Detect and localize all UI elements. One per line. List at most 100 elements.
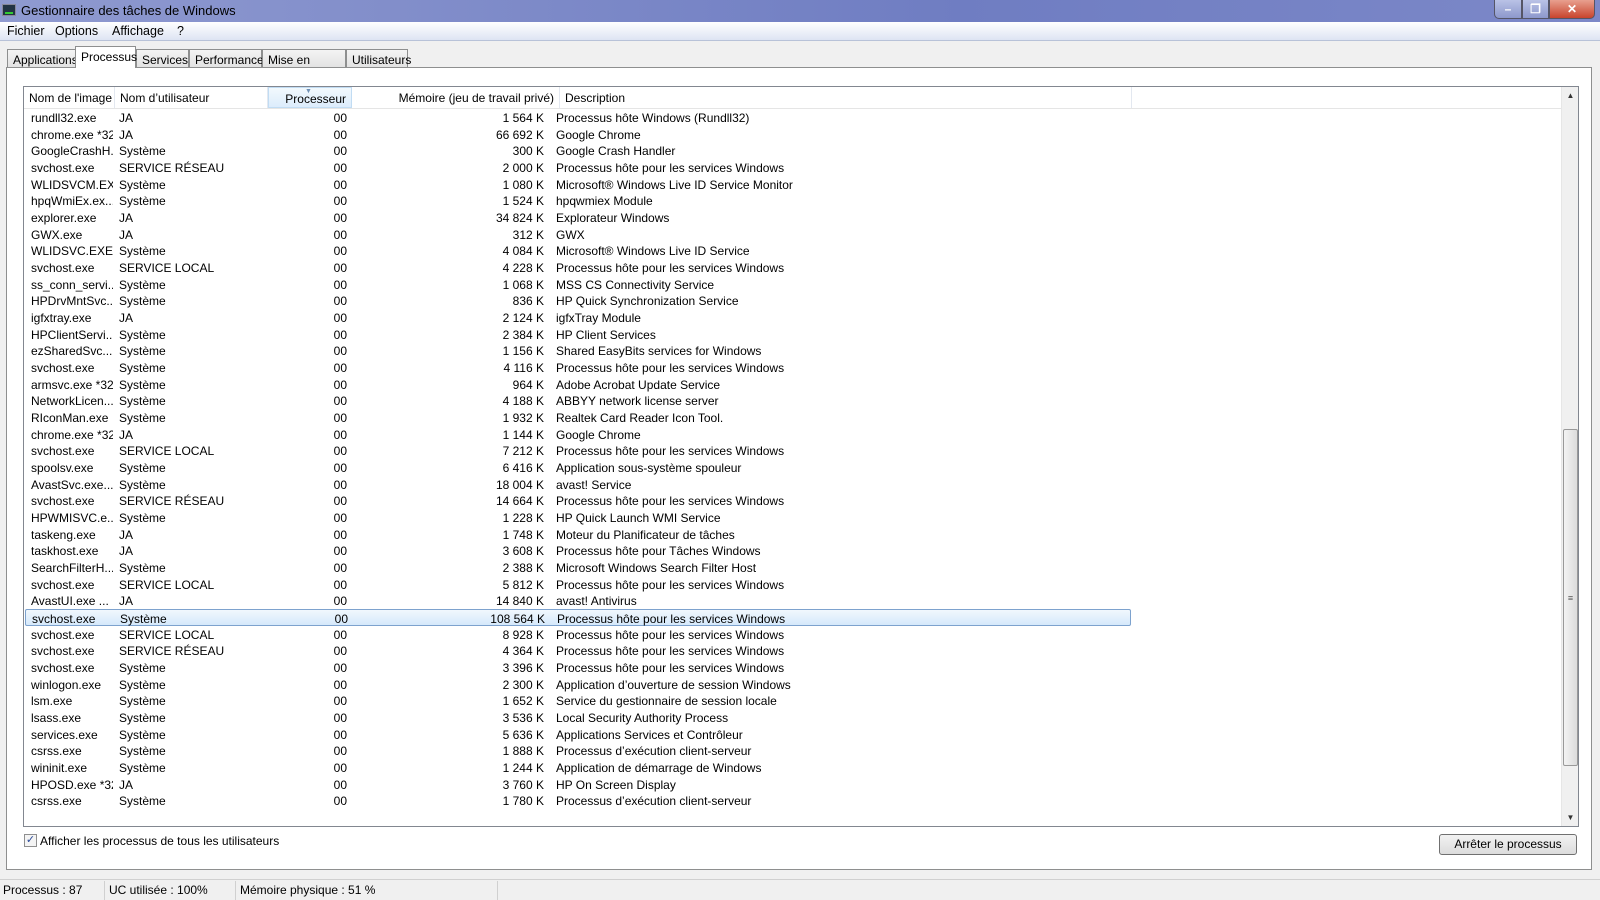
cell-description: Application d’ouverture de session Windo… — [556, 677, 791, 692]
tab-mise-en-reseau[interactable]: Mise en réseau — [262, 49, 346, 81]
menu-help[interactable]: ? — [177, 24, 184, 38]
table-row[interactable]: svchost.exe Système 00 108 564 K Processus h… — [25, 609, 1131, 627]
cell-image: explorer.exe — [31, 211, 97, 226]
cell-description: avast! Antivirus — [556, 594, 637, 609]
table-row[interactable]: svchost.exe SERVICE LOCAL 00 8 928 K Process… — [25, 626, 1131, 643]
cell-description: Processus hôte pour les services Windows — [556, 444, 785, 459]
column-header-image[interactable]: Nom de l'image — [24, 87, 115, 108]
table-row[interactable]: taskhost.exe JA 00 3 608 K Processus hôte po… — [25, 542, 1131, 559]
table-row[interactable]: svchost.exe SERVICE RÉSEAU 00 14 664 K Proce… — [25, 492, 1131, 509]
tab-applications[interactable]: Applications — [7, 49, 78, 68]
cell-cpu: 00 — [333, 311, 347, 326]
cell-cpu: 00 — [334, 612, 348, 627]
cell-description: GWX — [556, 227, 585, 242]
tab-utilisateurs[interactable]: Utilisateurs — [346, 49, 411, 68]
cell-cpu: 00 — [333, 344, 347, 359]
table-row[interactable]: svchost.exe SERVICE LOCAL 00 5 812 K Process… — [25, 576, 1131, 593]
cell-user: Système — [119, 194, 166, 209]
cell-cpu: 00 — [333, 511, 347, 526]
table-row[interactable]: AvastUI.exe ... JA 00 14 840 K avast! Antivi… — [25, 592, 1131, 609]
table-row[interactable]: svchost.exe SERVICE LOCAL 00 7 212 K Process… — [25, 442, 1131, 459]
cell-user: Système — [119, 394, 166, 409]
table-row[interactable]: explorer.exe JA 00 34 824 K Explorateur Wind… — [25, 209, 1131, 226]
table-row[interactable]: wininit.exe Système 00 1 244 K Application d… — [25, 759, 1131, 776]
cell-memory: 4 116 K — [503, 361, 544, 376]
table-row[interactable]: svchost.exe Système 00 4 116 K Processus hôt… — [25, 359, 1131, 376]
table-row[interactable]: chrome.exe *32 JA 00 66 692 K Google Chrome — [25, 126, 1131, 143]
table-row[interactable]: taskeng.exe JA 00 1 748 K Moteur du Planific… — [25, 526, 1131, 543]
table-row[interactable]: csrss.exe Système 00 1 780 K Processus d’exé… — [25, 792, 1131, 809]
table-row[interactable]: GWX.exe JA 00 312 K GWX — [25, 226, 1131, 243]
table-row[interactable]: WLIDSVCM.EXE Système 00 1 080 K Microsoft® W… — [25, 176, 1131, 193]
cell-description: Processus hôte pour les services Windows — [556, 161, 785, 175]
table-row[interactable]: rundll32.exe JA 00 1 564 K Processus hôte Wi… — [25, 109, 1131, 126]
table-row[interactable]: ss_conn_servi... Système 00 1 068 K MSS CS C… — [25, 276, 1131, 293]
cell-memory: 5 812 K — [502, 577, 544, 592]
cell-user: Système — [119, 277, 166, 292]
restore-button[interactable]: ❐ — [1522, 0, 1549, 19]
minimize-button[interactable]: – — [1494, 0, 1522, 19]
table-row[interactable]: WLIDSVC.EXE Système 00 4 084 K Microsoft® Wi… — [25, 242, 1131, 259]
cell-description: Processus hôte pour les services Windows — [556, 361, 785, 376]
cell-image: lsm.exe — [31, 694, 73, 709]
table-row[interactable]: HPOSD.exe *32 JA 00 3 760 K HP On Screen Dis… — [25, 776, 1131, 793]
scroll-up-arrow-icon[interactable]: ▲ — [1562, 87, 1578, 104]
tab-services[interactable]: Services — [136, 49, 189, 68]
table-row[interactable]: HPWMISVC.e... Système 00 1 228 K HP Quick La… — [25, 509, 1131, 526]
menu-fichier[interactable]: Fichier — [7, 24, 45, 38]
status-divider — [497, 881, 498, 900]
cell-image: svchost.exe — [31, 161, 95, 175]
table-row[interactable]: GoogleCrashH... Système 00 300 K Google Cras… — [25, 142, 1131, 159]
cell-cpu: 00 — [333, 461, 347, 476]
table-row[interactable]: hpqWmiEx.ex... Système 00 1 524 K hpqwmiex M… — [25, 192, 1131, 209]
table-row[interactable]: HPClientServi... Système 00 2 384 K HP Clien… — [25, 326, 1131, 343]
table-row[interactable]: svchost.exe Système 00 3 396 K Processus hôt… — [25, 659, 1131, 676]
menu-affichage[interactable]: Affichage — [112, 24, 164, 38]
cell-user: Système — [119, 711, 166, 726]
cell-user: SERVICE LOCAL — [119, 627, 215, 642]
tab-processus[interactable]: Processus — [75, 46, 137, 68]
cell-user: Système — [119, 411, 166, 426]
scrollbar-thumb[interactable]: ≡ — [1563, 429, 1578, 766]
table-row[interactable]: lsass.exe Système 00 3 536 K Local Security … — [25, 709, 1131, 726]
table-row[interactable]: NetworkLicen... Système 00 4 188 K ABBYY net… — [25, 392, 1131, 409]
table-row[interactable]: svchost.exe SERVICE RÉSEAU 00 2 000 K Proces… — [25, 159, 1131, 176]
scroll-down-arrow-icon[interactable]: ▼ — [1562, 809, 1578, 826]
cell-image: GoogleCrashH... — [31, 144, 113, 159]
table-row[interactable]: svchost.exe SERVICE LOCAL 00 4 228 K Process… — [25, 259, 1131, 276]
table-row[interactable]: SearchFilterH... Système 00 2 388 K Microsof… — [25, 559, 1131, 576]
table-row[interactable]: HPDrvMntSvc... Système 00 836 K HP Quick Syn… — [25, 292, 1131, 309]
table-row[interactable]: igfxtray.exe JA 00 2 124 K igfxTray Module — [25, 309, 1131, 326]
column-header-user[interactable]: Nom d’utilisateur — [115, 87, 268, 108]
end-process-button[interactable]: Arrêter le processus — [1439, 834, 1577, 855]
column-header-cpu[interactable]: ▼ Processeur — [268, 87, 352, 108]
column-header-memory[interactable]: Mémoire (jeu de travail privé) — [352, 87, 560, 108]
menu-options[interactable]: Options — [55, 24, 98, 38]
table-row[interactable]: ezSharedSvc... Système 00 1 156 K Shared Eas… — [25, 342, 1131, 359]
table-row[interactable]: spoolsv.exe Système 00 6 416 K Application s… — [25, 459, 1131, 476]
table-row[interactable]: RIconMan.exe Système 00 1 932 K Realtek Card… — [25, 409, 1131, 426]
close-button[interactable]: ✕ — [1549, 0, 1595, 19]
table-row[interactable]: services.exe Système 00 5 636 K Applications… — [25, 726, 1131, 743]
table-row[interactable]: chrome.exe *32 JA 00 1 144 K Google Chrome — [25, 426, 1131, 443]
show-all-users-checkbox[interactable]: ✓ — [24, 834, 37, 847]
cell-image: HPOSD.exe *32 — [31, 777, 113, 792]
table-row[interactable]: winlogon.exe Système 00 2 300 K Application … — [25, 676, 1131, 693]
table-row[interactable]: lsm.exe Système 00 1 652 K Service du gestio… — [25, 692, 1131, 709]
cell-image: winlogon.exe — [31, 677, 102, 692]
vertical-scrollbar[interactable]: ▲ ≡ ▼ — [1561, 87, 1578, 826]
table-row[interactable]: AvastSvc.exe... Système 00 18 004 K avast! S… — [25, 476, 1131, 493]
table-row[interactable]: svchost.exe SERVICE RÉSEAU 00 4 364 K Proces… — [25, 642, 1131, 659]
cell-user: JA — [119, 594, 134, 609]
process-list[interactable]: Nom de l'image Nom d’utilisateur ▼ Proces… — [23, 86, 1579, 827]
tab-performance[interactable]: Performance — [189, 49, 264, 68]
table-row[interactable]: csrss.exe Système 00 1 888 K Processus d’exé… — [25, 742, 1131, 759]
column-header-description[interactable]: Description — [560, 87, 1132, 108]
table-row[interactable]: armsvc.exe *32 Système 00 964 K Adobe Acroba… — [25, 376, 1131, 393]
cell-image: HPClientServi... — [31, 327, 113, 342]
cell-image: svchost.exe — [31, 627, 95, 642]
status-bar: Processus : 87 UC utilisée : 100% Mémoir… — [0, 879, 1600, 900]
cell-cpu: 00 — [333, 761, 347, 776]
cell-cpu: 00 — [333, 744, 347, 759]
task-manager-icon — [2, 4, 16, 16]
